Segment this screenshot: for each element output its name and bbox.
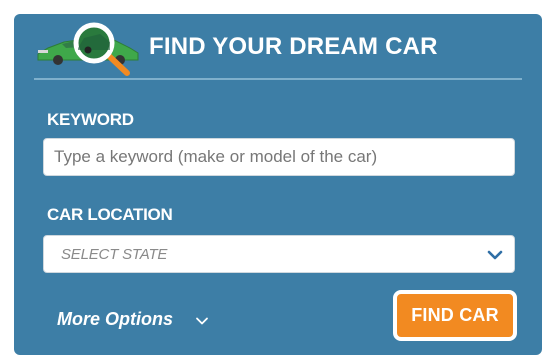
car-search-widget: FIND YOUR DREAM CAR KEYWORD CAR LOCATION… [14, 14, 542, 355]
more-options-label: More Options [57, 309, 173, 329]
keyword-field[interactable] [43, 138, 515, 176]
more-options-toggle[interactable]: More Options [57, 309, 209, 330]
widget-title: FIND YOUR DREAM CAR [149, 33, 438, 60]
header-divider [34, 78, 522, 80]
chevron-down-icon [196, 317, 208, 325]
chevron-down-icon [487, 250, 503, 260]
keyword-input[interactable] [44, 139, 514, 175]
state-select[interactable]: SELECT STATE [43, 235, 515, 273]
find-car-button[interactable]: FIND CAR [393, 290, 517, 341]
car-location-label: CAR LOCATION [47, 205, 173, 224]
widget-header: FIND YOUR DREAM CAR [14, 14, 542, 78]
state-select-value: SELECT STATE [61, 246, 168, 263]
find-car-button-label: FIND CAR [411, 305, 499, 325]
car-magnifier-icon [37, 22, 139, 76]
keyword-label: KEYWORD [47, 110, 134, 129]
